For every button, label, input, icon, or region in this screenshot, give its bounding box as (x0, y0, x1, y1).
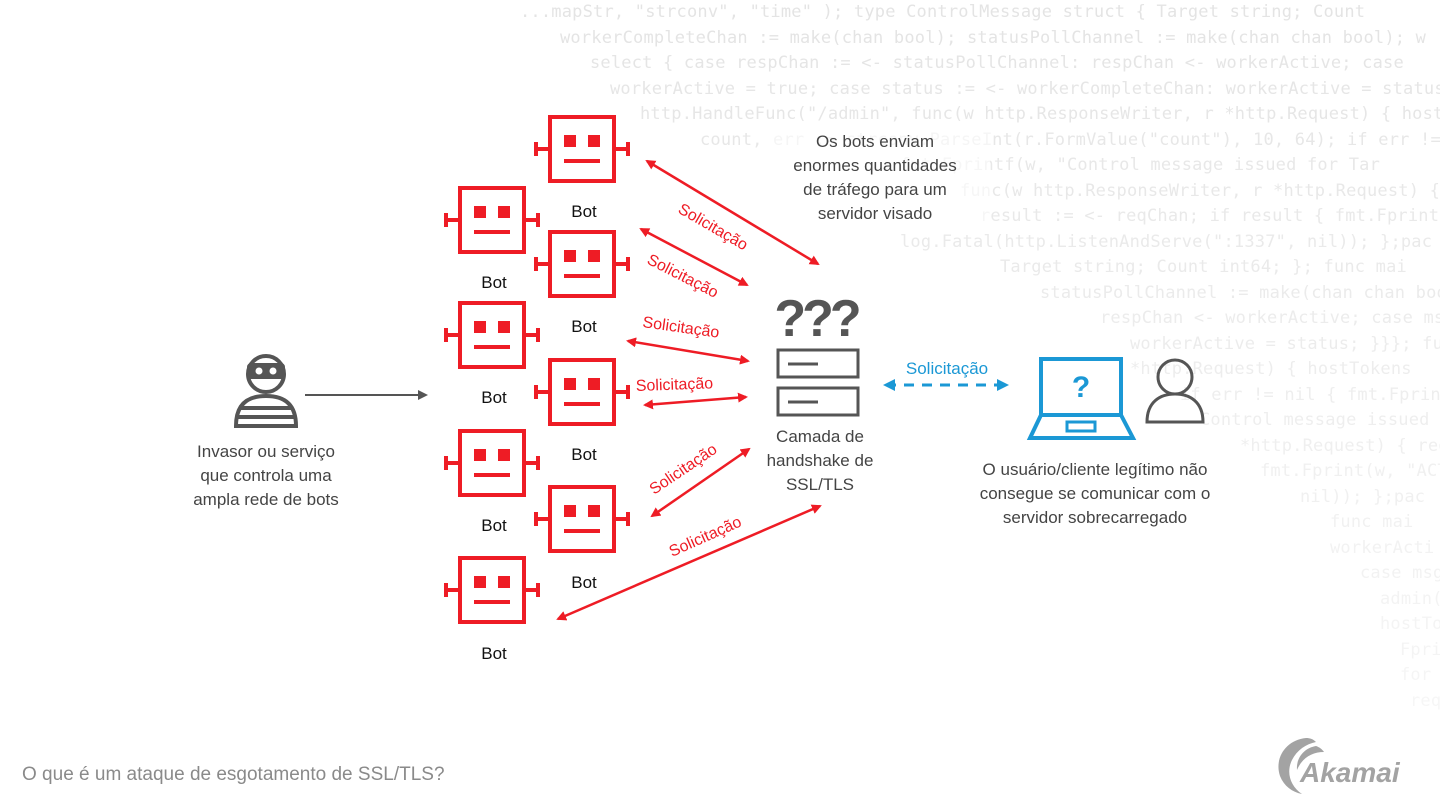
bot-icon (444, 301, 540, 369)
bot-icon (534, 485, 630, 553)
client-label-line: consegue se comunicar com o (979, 484, 1211, 503)
akamai-logo: Akamai (1272, 732, 1440, 801)
bots-note-line: servidor visado (817, 204, 933, 223)
bot-icon (534, 115, 630, 183)
attacker-label: Invasor ou serviço que controla uma ampl… (160, 440, 372, 512)
bot-icon (534, 358, 630, 426)
user-icon (1145, 358, 1205, 424)
bot-icon (534, 230, 630, 298)
bot-label: Bot (571, 202, 597, 221)
bot-label: Bot (571, 445, 597, 464)
bot-label: Bot (571, 317, 597, 336)
request-label: Solicitação (644, 251, 721, 301)
diagram-canvas: Solicitação Solicitação Solicitação Soli… (233, 115, 1205, 624)
attacker-label-line: que controla uma (200, 466, 332, 485)
bot-label: Bot (481, 388, 507, 407)
client-label-line: O usuário/cliente legítimo não (982, 460, 1208, 479)
server-label-line: handshake de (766, 451, 874, 470)
svg-text:???: ??? (774, 290, 859, 348)
server-label: Camada de handshake de SSL/TLS (740, 425, 900, 497)
request-arrow (626, 337, 750, 365)
bot-label: Bot (481, 273, 507, 292)
page-title: O que é um ataque de esgotamento de SSL/… (22, 764, 445, 785)
attacker-masked-person-icon (233, 354, 299, 428)
bots-note-line: enormes quantidades (793, 156, 957, 175)
request-label: Solicitação (636, 375, 714, 395)
request-label: Solicitação (675, 201, 751, 254)
server-label-line: Camada de (776, 427, 864, 446)
request-label: Solicitação (647, 441, 721, 498)
akamai-logo-text: Akamai (1299, 757, 1401, 788)
bot-label: Bot (481, 516, 507, 535)
bot-label: Bot (481, 644, 507, 663)
bot-label: Bot (571, 573, 597, 592)
bot-icon (444, 429, 540, 497)
svg-text:?: ? (1072, 371, 1090, 404)
request-label: Solicitação (641, 314, 720, 342)
request-arrow (643, 392, 748, 410)
bots-note-line: Os bots enviam (815, 132, 935, 151)
client-request-label: Solicitação (906, 359, 988, 378)
attacker-label-line: ampla rede de bots (193, 490, 339, 509)
request-label: Solicitação (667, 514, 745, 561)
client-label: O usuário/cliente legítimo não consegue … (930, 458, 1260, 530)
laptop-question-icon: ? (1026, 357, 1137, 440)
bot-icon (444, 556, 540, 624)
server-confused-icon: ??? (774, 290, 863, 417)
bots-note-line: de tráfego para um (803, 180, 947, 199)
bots-note: Os bots enviam enormes quantidades de tr… (760, 130, 990, 226)
client-label-line: servidor sobrecarregado (1002, 508, 1188, 527)
bot-icon (444, 186, 540, 254)
server-label-line: SSL/TLS (785, 475, 855, 494)
attacker-label-line: Invasor ou serviço (197, 442, 335, 461)
